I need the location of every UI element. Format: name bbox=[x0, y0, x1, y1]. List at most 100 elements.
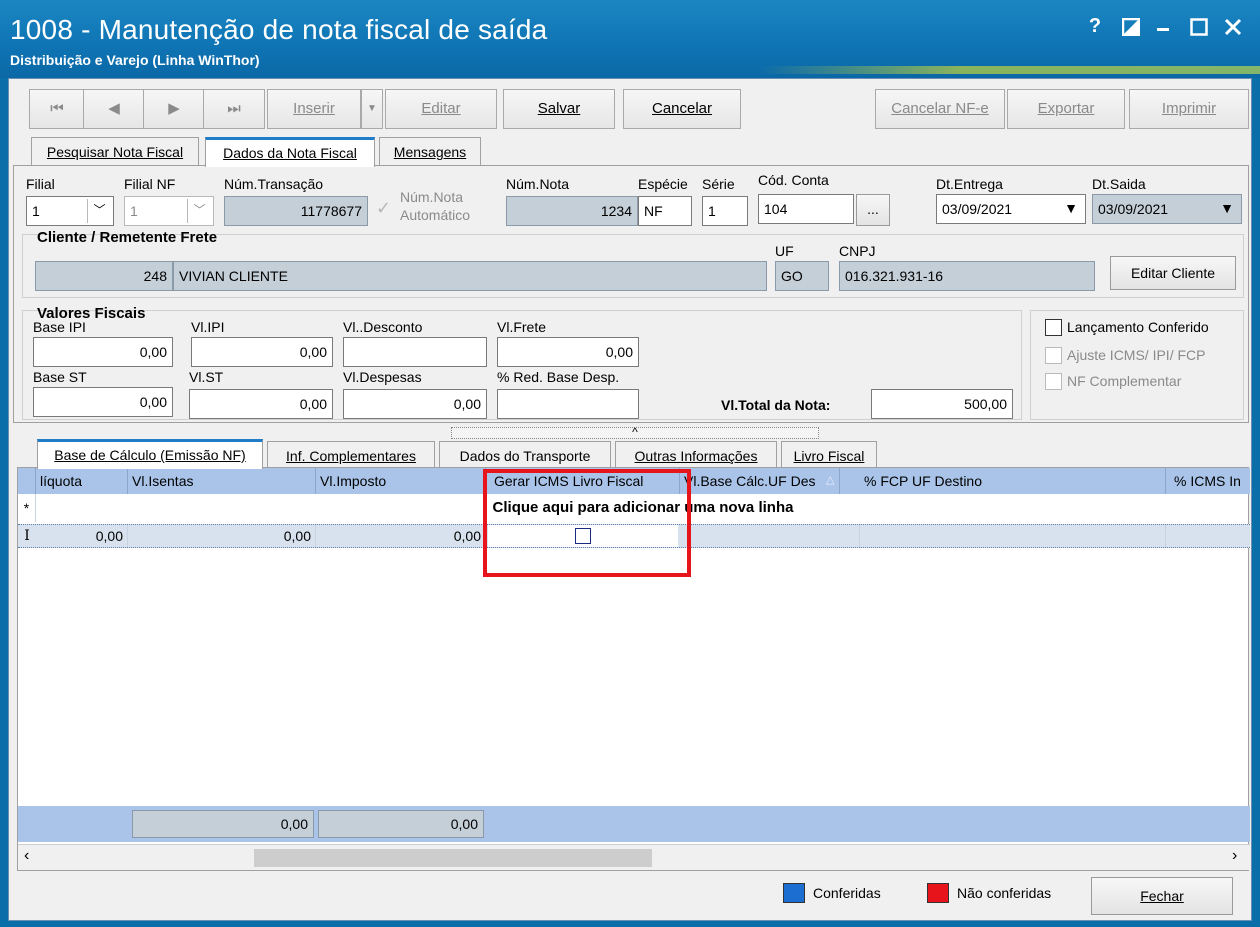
vl-frete-field[interactable]: 0,00 bbox=[497, 337, 639, 367]
num-nota-label: Núm.Nota bbox=[506, 176, 570, 192]
serie-label: Série bbox=[702, 176, 735, 192]
base-ipi-field[interactable]: 0,00 bbox=[33, 337, 173, 367]
num-nota-field: 1234 bbox=[506, 196, 638, 226]
total-field: 500,00 bbox=[871, 389, 1013, 419]
total-label: Vl.Total da Nota: bbox=[721, 397, 831, 413]
dt-saida-field[interactable]: 03/09/2021 ▼ bbox=[1092, 194, 1242, 224]
serie-field[interactable]: 1 bbox=[702, 196, 748, 226]
cnpj-label: CNPJ bbox=[839, 243, 876, 259]
vl-despesas-field[interactable]: 0,00 bbox=[343, 389, 487, 419]
cell-vl-base-uf[interactable] bbox=[680, 525, 860, 547]
total-vl-imposto: 0,00 bbox=[318, 810, 484, 838]
checkmark-icon[interactable]: ✓ bbox=[376, 198, 391, 219]
cod-conta-lookup-button[interactable]: ... bbox=[856, 194, 890, 226]
vl-ipi-label: Vl.IPI bbox=[191, 319, 225, 335]
imprimir-button[interactable]: Imprimir bbox=[1129, 89, 1249, 129]
inserir-button[interactable]: Inserir bbox=[267, 89, 361, 129]
col-header-icms-in[interactable]: % ICMS In bbox=[1170, 468, 1250, 494]
tab-mensagens-label: Mensagens bbox=[393, 144, 467, 160]
inserir-dropdown-icon[interactable]: ▼ bbox=[361, 89, 383, 129]
filial-value: 1 bbox=[32, 203, 40, 219]
fechar-button[interactable]: Fechar bbox=[1091, 877, 1233, 915]
num-transacao-label: Núm.Transação bbox=[224, 176, 324, 192]
maximize-icon[interactable] bbox=[1186, 14, 1212, 40]
dropdown-arrow-icon: ▼ bbox=[1064, 200, 1078, 216]
uf-field: GO bbox=[775, 261, 829, 291]
fechar-label: Fechar bbox=[1140, 888, 1184, 904]
dt-saida-label: Dt.Saida bbox=[1092, 176, 1146, 192]
window-subtitle: Distribuição e Varejo (Linha WinThor) bbox=[10, 52, 260, 68]
restore-icon[interactable] bbox=[1118, 14, 1144, 40]
cnpj-field: 016.321.931-16 bbox=[839, 261, 1095, 291]
tab-dados-nota-fiscal[interactable]: Dados da Nota Fiscal bbox=[205, 137, 375, 167]
cliente-name-field: VIVIAN CLIENTE bbox=[173, 261, 767, 291]
nao-conferidas-color-swatch bbox=[927, 883, 949, 903]
col-header-vl-isentas[interactable]: Vl.Isentas bbox=[128, 468, 316, 494]
previous-record-button[interactable]: ◀ bbox=[83, 89, 145, 129]
scroll-left-icon[interactable]: ‹ bbox=[24, 847, 29, 865]
splitter-handle[interactable]: ^ bbox=[451, 426, 819, 439]
scroll-right-icon[interactable]: › bbox=[1232, 847, 1237, 865]
editar-cliente-button[interactable]: Editar Cliente bbox=[1110, 256, 1236, 290]
cliente-group: Cliente / Remetente Frete 248 VIVIAN CLI… bbox=[22, 229, 1244, 298]
cod-conta-field[interactable]: 104 bbox=[758, 194, 854, 224]
lancamento-checkbox[interactable] bbox=[1045, 319, 1062, 336]
cancelar-nfe-button[interactable]: Cancelar NF-e bbox=[875, 89, 1005, 129]
filial-nf-select[interactable]: 1 ﹀ bbox=[124, 196, 214, 226]
especie-field[interactable]: NF bbox=[638, 196, 692, 226]
chevron-down-icon: ﹀ bbox=[87, 199, 111, 223]
close-icon[interactable] bbox=[1220, 14, 1246, 40]
tab-inf-label: Inf. Complementares bbox=[286, 448, 416, 464]
complementar-checkbox[interactable] bbox=[1045, 373, 1062, 390]
salvar-button[interactable]: Salvar bbox=[503, 89, 615, 129]
vl-desconto-field[interactable] bbox=[343, 337, 487, 367]
vl-desconto-label: Vl..Desconto bbox=[343, 319, 423, 335]
tab-mensagens[interactable]: Mensagens bbox=[379, 137, 481, 167]
ajuste-checkbox[interactable] bbox=[1045, 347, 1062, 364]
total-vl-isentas: 0,00 bbox=[132, 810, 314, 838]
complementar-label: NF Complementar bbox=[1067, 373, 1182, 389]
vl-ipi-field[interactable]: 0,00 bbox=[191, 337, 333, 367]
vl-st-field[interactable]: 0,00 bbox=[189, 389, 333, 419]
tab-base-calculo[interactable]: Base de Cálculo (Emissão NF) bbox=[37, 439, 263, 469]
tab-pesquisar-nota-fiscal[interactable]: Pesquisar Nota Fiscal bbox=[31, 137, 199, 167]
first-record-button[interactable]: ⏮ bbox=[29, 89, 85, 129]
filial-select[interactable]: 1 ﹀ bbox=[26, 196, 114, 226]
exportar-button[interactable]: Exportar bbox=[1007, 89, 1125, 129]
filial-nf-label: Filial NF bbox=[124, 176, 176, 192]
horizontal-scrollbar[interactable]: ‹ › bbox=[18, 844, 1250, 870]
cancelar-label: Cancelar bbox=[651, 100, 713, 117]
tab-transporte-label: Dados do Transporte bbox=[459, 448, 591, 464]
minimize-icon[interactable] bbox=[1150, 14, 1176, 40]
cell-vl-imposto[interactable]: 0,00 bbox=[316, 525, 486, 547]
dt-entrega-field[interactable]: 03/09/2021 ▼ bbox=[936, 194, 1086, 224]
cancelar-button[interactable]: Cancelar bbox=[623, 89, 741, 129]
cell-vl-isentas[interactable]: 0,00 bbox=[128, 525, 316, 547]
last-record-button[interactable]: ⏭ bbox=[203, 89, 265, 129]
help-button[interactable]: ? bbox=[1082, 14, 1108, 40]
base-st-field[interactable]: 0,00 bbox=[33, 387, 173, 417]
col-header-vl-imposto[interactable]: Vl.Imposto bbox=[316, 468, 486, 494]
col-header-vl-base-uf[interactable]: Vl.Base Cálc.UF Des bbox=[680, 468, 840, 494]
title-bar: 1008 - Manutenção de nota fiscal de saíd… bbox=[0, 0, 1260, 78]
red-base-field[interactable] bbox=[497, 389, 639, 419]
scrollbar-thumb[interactable] bbox=[254, 849, 652, 867]
ajuste-label: Ajuste ICMS/ IPI/ FCP bbox=[1067, 347, 1206, 363]
col-header-aliquota[interactable]: líquota bbox=[36, 468, 128, 494]
tab-livro-label: Livro Fiscal bbox=[793, 448, 865, 464]
cell-aliquota[interactable]: 0,00 bbox=[36, 525, 128, 547]
red-base-label: % Red. Base Desp. bbox=[497, 369, 620, 385]
tab-dados-label: Dados da Nota Fiscal bbox=[223, 145, 357, 161]
grid-header-corner bbox=[18, 468, 36, 494]
editar-button[interactable]: Editar bbox=[385, 89, 497, 129]
cell-fcp-uf[interactable] bbox=[860, 525, 1166, 547]
next-record-button[interactable]: ▶ bbox=[143, 89, 205, 129]
num-transacao-field: 11778677 bbox=[224, 196, 368, 226]
sort-arrow-icon: △ bbox=[826, 474, 835, 486]
filial-label: Filial bbox=[26, 176, 55, 192]
cod-conta-label: Cód. Conta bbox=[758, 172, 829, 188]
col-header-fcp-uf[interactable]: % FCP UF Destino bbox=[860, 468, 1166, 494]
cancelar-nfe-label: Cancelar NF-e bbox=[891, 100, 989, 117]
chevron-down-icon: ﹀ bbox=[187, 199, 211, 223]
options-group: Lançamento Conferido Ajuste ICMS/ IPI/ F… bbox=[1030, 310, 1244, 420]
